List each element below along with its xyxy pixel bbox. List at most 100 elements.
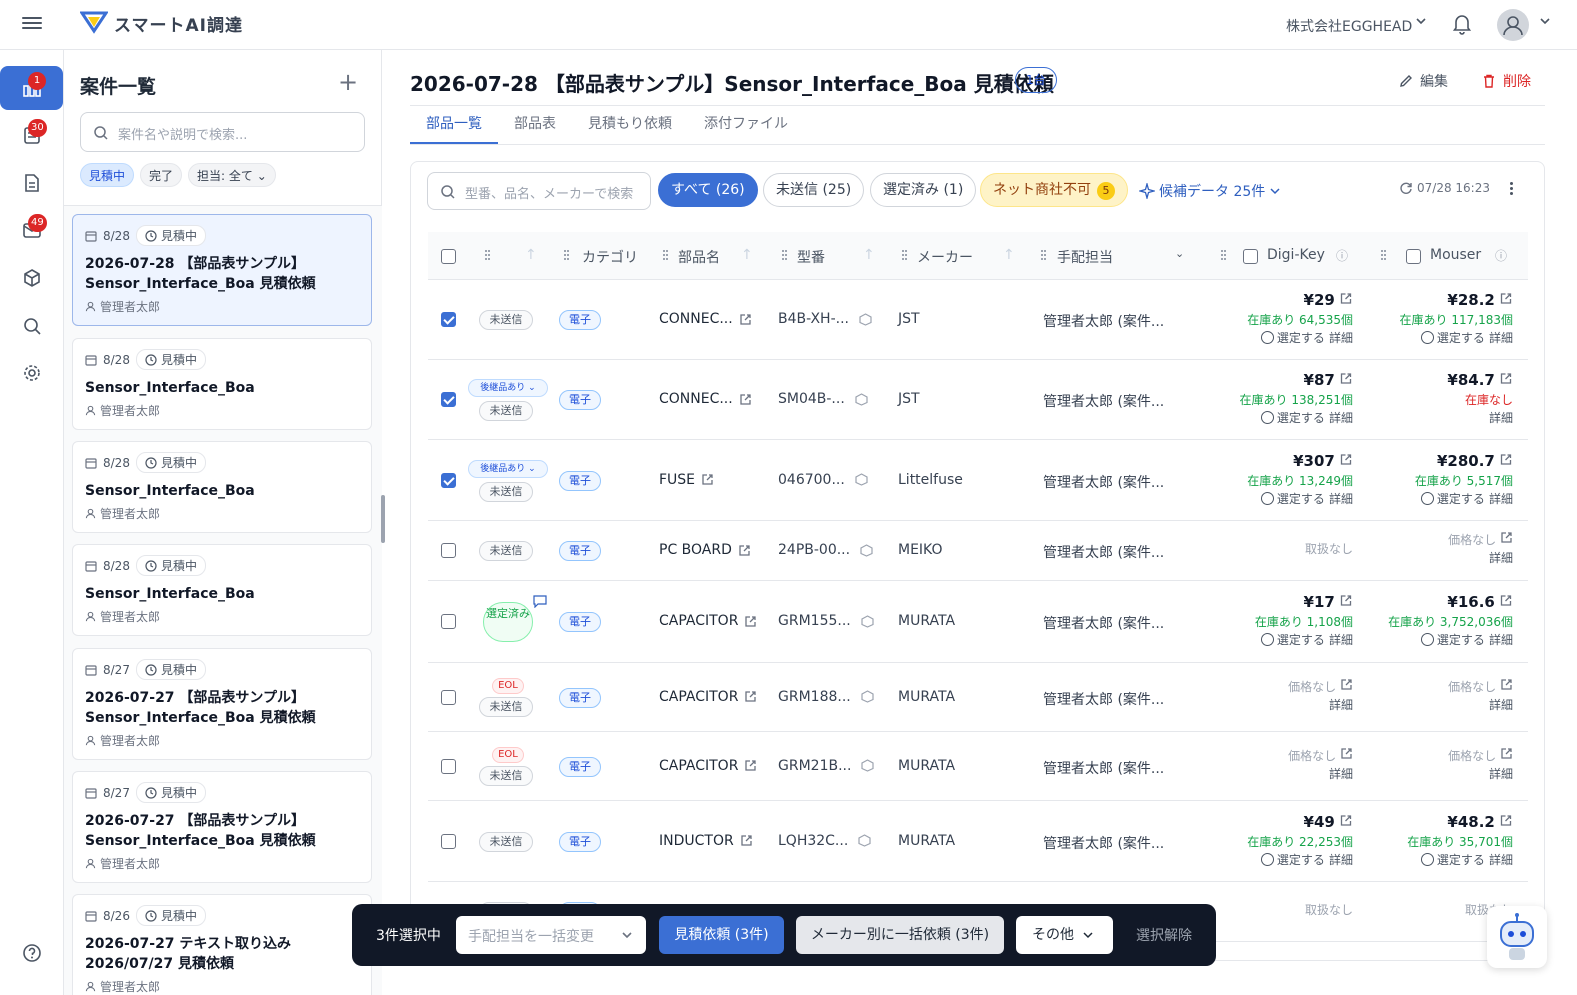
assignee[interactable]: 管理者太郎 (案件...: [1043, 758, 1164, 778]
mpn-cell[interactable]: SM04B-...: [778, 391, 868, 407]
project-search-input[interactable]: 案件名や説明で検索...: [80, 112, 365, 152]
datasheet-icon[interactable]: [858, 834, 871, 847]
successor-badge[interactable]: 後継品あり ⌄: [468, 459, 548, 478]
clear-selection-button[interactable]: 選択解除: [1136, 925, 1192, 945]
external-link-icon[interactable]: [1499, 814, 1513, 827]
part-name-cell[interactable]: PC BOARD: [659, 542, 751, 558]
mpn-cell[interactable]: GRM188...: [778, 689, 874, 705]
external-link-icon[interactable]: [739, 393, 752, 406]
filter-selected[interactable]: 選定済み (1): [870, 173, 977, 207]
part-name-cell[interactable]: CONNEC...: [659, 311, 752, 327]
filter-chip-done[interactable]: 完了: [140, 163, 183, 187]
table-row[interactable]: 未送信 電子 INDUCTOR LQH32C... MURATA 管理者太郎 (案件...…: [428, 801, 1528, 882]
other-actions-button[interactable]: その他: [1016, 916, 1113, 954]
project-card[interactable]: 8/28 見積中 Sensor_Interface_Boa 管理者太郎: [72, 544, 372, 636]
external-link-icon[interactable]: [1499, 292, 1513, 305]
app-logo[interactable]: スマートAI調達: [79, 9, 243, 37]
row-checkbox[interactable]: [441, 543, 456, 558]
detail-link[interactable]: 詳細: [1489, 551, 1513, 565]
filter-chip-assignee[interactable]: 担当: 全て ⌄: [188, 163, 276, 187]
external-link-icon[interactable]: [744, 690, 757, 703]
detail-link[interactable]: 詳細: [1489, 853, 1513, 867]
drag-handle-icon[interactable]: [782, 250, 788, 260]
mpn-cell[interactable]: 24PB-00...: [778, 542, 873, 558]
row-checkbox[interactable]: [441, 689, 456, 705]
info-icon[interactable]: ⓘ: [1495, 247, 1507, 264]
external-link-icon[interactable]: [740, 834, 753, 847]
part-name-cell[interactable]: FUSE: [659, 472, 714, 488]
detail-link[interactable]: 詳細: [1329, 492, 1353, 506]
select-radio[interactable]: 選定する: [1420, 633, 1485, 648]
detail-link[interactable]: 詳細: [1329, 633, 1353, 647]
datasheet-icon[interactable]: [861, 614, 874, 628]
table-row[interactable]: EOL 未送信 電子 CAPACITOR GRM188... MURATA 管理者太郎 (案…: [428, 663, 1528, 732]
chevron-down-icon[interactable]: [1414, 14, 1428, 28]
datasheet-icon[interactable]: [861, 759, 875, 772]
part-name-cell[interactable]: CAPACITOR: [659, 689, 757, 705]
successor-badge[interactable]: 後継品あり ⌄: [468, 379, 548, 397]
select-radio[interactable]: 選定する: [1260, 331, 1325, 346]
assignee[interactable]: 管理者太郎 (案件...: [1043, 472, 1164, 492]
external-link-icon[interactable]: [1339, 814, 1353, 827]
company-selector[interactable]: 株式会社EGGHEAD: [1286, 16, 1412, 36]
row-checkbox[interactable]: [441, 392, 456, 407]
bulk-request-by-maker-button[interactable]: メーカー別に一括依頼 (3件): [796, 916, 1004, 954]
nav-products[interactable]: [0, 256, 64, 300]
nav-search[interactable]: [0, 304, 64, 348]
external-link-icon[interactable]: [1339, 453, 1353, 466]
datasheet-icon[interactable]: [861, 690, 874, 703]
bell-icon[interactable]: [1452, 13, 1472, 35]
row-checkbox[interactable]: [441, 833, 456, 849]
edit-button[interactable]: 編集: [1398, 71, 1448, 91]
table-row[interactable]: 後継品あり ⌄ 未送信 電子 CONNEC... SM04B-... JST 管理者太郎 (…: [428, 360, 1528, 440]
external-link-icon[interactable]: [1339, 292, 1353, 305]
nav-parts[interactable]: 30: [0, 113, 64, 157]
row-checkbox[interactable]: [441, 472, 456, 488]
external-link-icon[interactable]: [1499, 594, 1513, 607]
external-link-icon[interactable]: [739, 313, 752, 326]
detail-link[interactable]: 詳細: [1489, 492, 1513, 506]
drag-handle-icon[interactable]: [564, 250, 570, 260]
nav-inbox[interactable]: 49: [0, 208, 64, 252]
nav-settings[interactable]: [0, 351, 64, 395]
drag-handle-icon[interactable]: [1381, 250, 1387, 260]
select-radio[interactable]: 選定する: [1260, 852, 1325, 868]
table-row[interactable]: 選定済み 電子 CAPACITOR GRM155... MURATA 管理者太郎 (案件.…: [428, 581, 1528, 663]
sort-icon[interactable]: ↑: [1003, 247, 1015, 263]
external-link-icon[interactable]: [1339, 372, 1353, 385]
tab-bom[interactable]: 部品表: [498, 112, 572, 144]
mouser-column-checkbox[interactable]: [1406, 249, 1421, 264]
column-digikey[interactable]: Digi-Key: [1267, 247, 1325, 263]
external-link-icon[interactable]: [1339, 594, 1353, 607]
help-icon[interactable]: [22, 943, 42, 963]
bulk-assignee-select[interactable]: 手配担当を一括変更: [456, 916, 646, 954]
detail-link[interactable]: 詳細: [1489, 767, 1513, 781]
column-mpn[interactable]: 型番: [797, 247, 825, 267]
assistant-bot-button[interactable]: [1487, 906, 1547, 968]
refresh-button[interactable]: 07/28 16:23: [1399, 181, 1490, 195]
select-all-checkbox[interactable]: [441, 249, 456, 264]
delete-button[interactable]: 削除: [1481, 71, 1531, 91]
part-name-cell[interactable]: INDUCTOR: [659, 833, 753, 849]
filter-chip-quoting[interactable]: 見積中: [80, 163, 135, 187]
external-link-icon[interactable]: [1500, 531, 1513, 544]
project-card[interactable]: 8/28 見積中 2026-07-28 【部品表サンプル】Sensor_Interf…: [72, 214, 372, 326]
mpn-cell[interactable]: GRM21B...: [778, 758, 875, 774]
candidate-data-dropdown[interactable]: 候補データ 25件: [1139, 181, 1281, 201]
menu-icon[interactable]: [22, 14, 42, 34]
table-row[interactable]: EOL 未送信 電子 CAPACITOR GRM21B... MURATA 管理者太郎 (案…: [428, 732, 1528, 801]
tab-parts[interactable]: 部品一覧: [410, 112, 498, 144]
column-maker[interactable]: メーカー: [917, 247, 973, 267]
drag-handle-icon[interactable]: [902, 250, 908, 260]
more-menu-icon[interactable]: [1510, 180, 1514, 197]
drag-handle-icon[interactable]: [1041, 250, 1047, 260]
external-link-icon[interactable]: [701, 473, 714, 486]
datasheet-icon[interactable]: [855, 392, 868, 406]
detail-link[interactable]: 詳細: [1329, 853, 1353, 867]
quote-request-button[interactable]: 見積依頼 (3件): [659, 916, 784, 954]
info-icon[interactable]: ⓘ: [1336, 247, 1348, 264]
drag-handle-icon[interactable]: [1221, 250, 1227, 260]
column-part-name[interactable]: 部品名: [678, 247, 720, 267]
tab-attachments[interactable]: 添付ファイル: [688, 112, 804, 144]
detail-link[interactable]: 詳細: [1329, 767, 1353, 781]
